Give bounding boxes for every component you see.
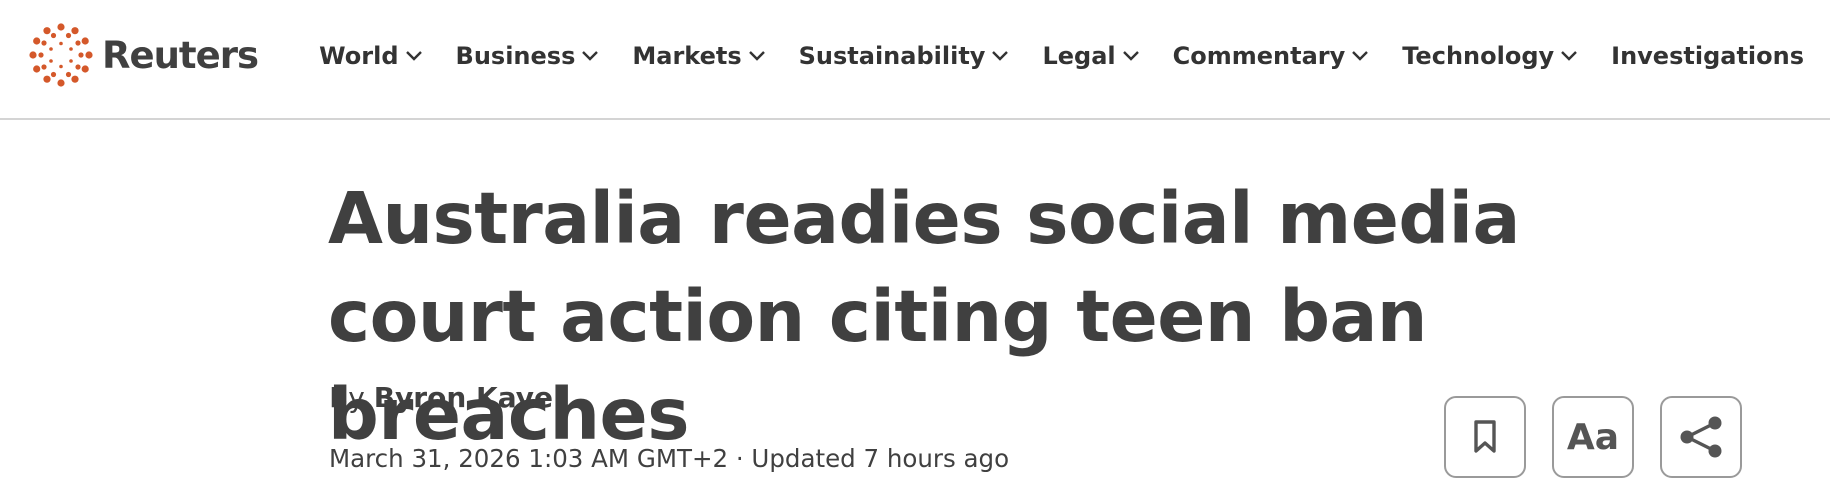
share-icon <box>1680 416 1722 458</box>
chevron-down-icon <box>405 51 422 61</box>
nav-item-world[interactable]: World <box>319 42 422 70</box>
site-header: Reuters World Business Markets Sustainab… <box>0 0 1830 120</box>
chevron-down-icon <box>1352 51 1369 61</box>
reuters-logo-icon <box>29 23 93 87</box>
bookmark-icon <box>1474 420 1496 453</box>
nav-item-commentary[interactable]: Commentary <box>1173 42 1370 70</box>
nav-label: Investigations <box>1611 42 1804 70</box>
nav-item-legal[interactable]: Legal <box>1042 42 1139 70</box>
nav-item-investigations[interactable]: Investigations <box>1611 42 1804 70</box>
logo-text: Reuters <box>102 33 259 77</box>
nav-label: World <box>319 42 399 70</box>
nav-item-sustainability[interactable]: Sustainability <box>799 42 1010 70</box>
reuters-logo[interactable]: Reuters <box>28 22 259 88</box>
chevron-down-icon <box>582 51 599 61</box>
chevron-down-icon <box>992 51 1009 61</box>
nav-label: Markets <box>632 42 742 70</box>
nav-item-technology[interactable]: Technology <box>1402 42 1578 70</box>
chevron-down-icon <box>748 51 765 61</box>
nav-item-markets[interactable]: Markets <box>632 42 765 70</box>
main-nav: World Business Markets Sustainability Le… <box>319 30 1804 82</box>
byline-prefix: By <box>329 381 365 414</box>
chevron-down-icon <box>1561 51 1577 61</box>
text-size-label: Aa <box>1566 416 1620 458</box>
share-button[interactable] <box>1660 396 1742 478</box>
author-link[interactable]: Byron Kaye <box>374 381 553 414</box>
nav-label: Legal <box>1042 42 1116 70</box>
text-size-button[interactable]: Aa <box>1552 396 1634 478</box>
article-headline: Australia readies social media court act… <box>328 177 1520 456</box>
byline: By Byron Kaye <box>329 381 553 414</box>
nav-item-business[interactable]: Business <box>456 42 600 70</box>
nav-label: Technology <box>1402 42 1555 70</box>
nav-label: Commentary <box>1172 42 1346 70</box>
bookmark-button[interactable] <box>1444 396 1526 478</box>
nav-label: Business <box>455 42 576 70</box>
chevron-down-icon <box>1122 51 1139 61</box>
article-dateline: March 31, 2026 1:03 AM GMT+2 · Updated 7… <box>329 444 1010 473</box>
nav-label: Sustainability <box>798 42 986 70</box>
